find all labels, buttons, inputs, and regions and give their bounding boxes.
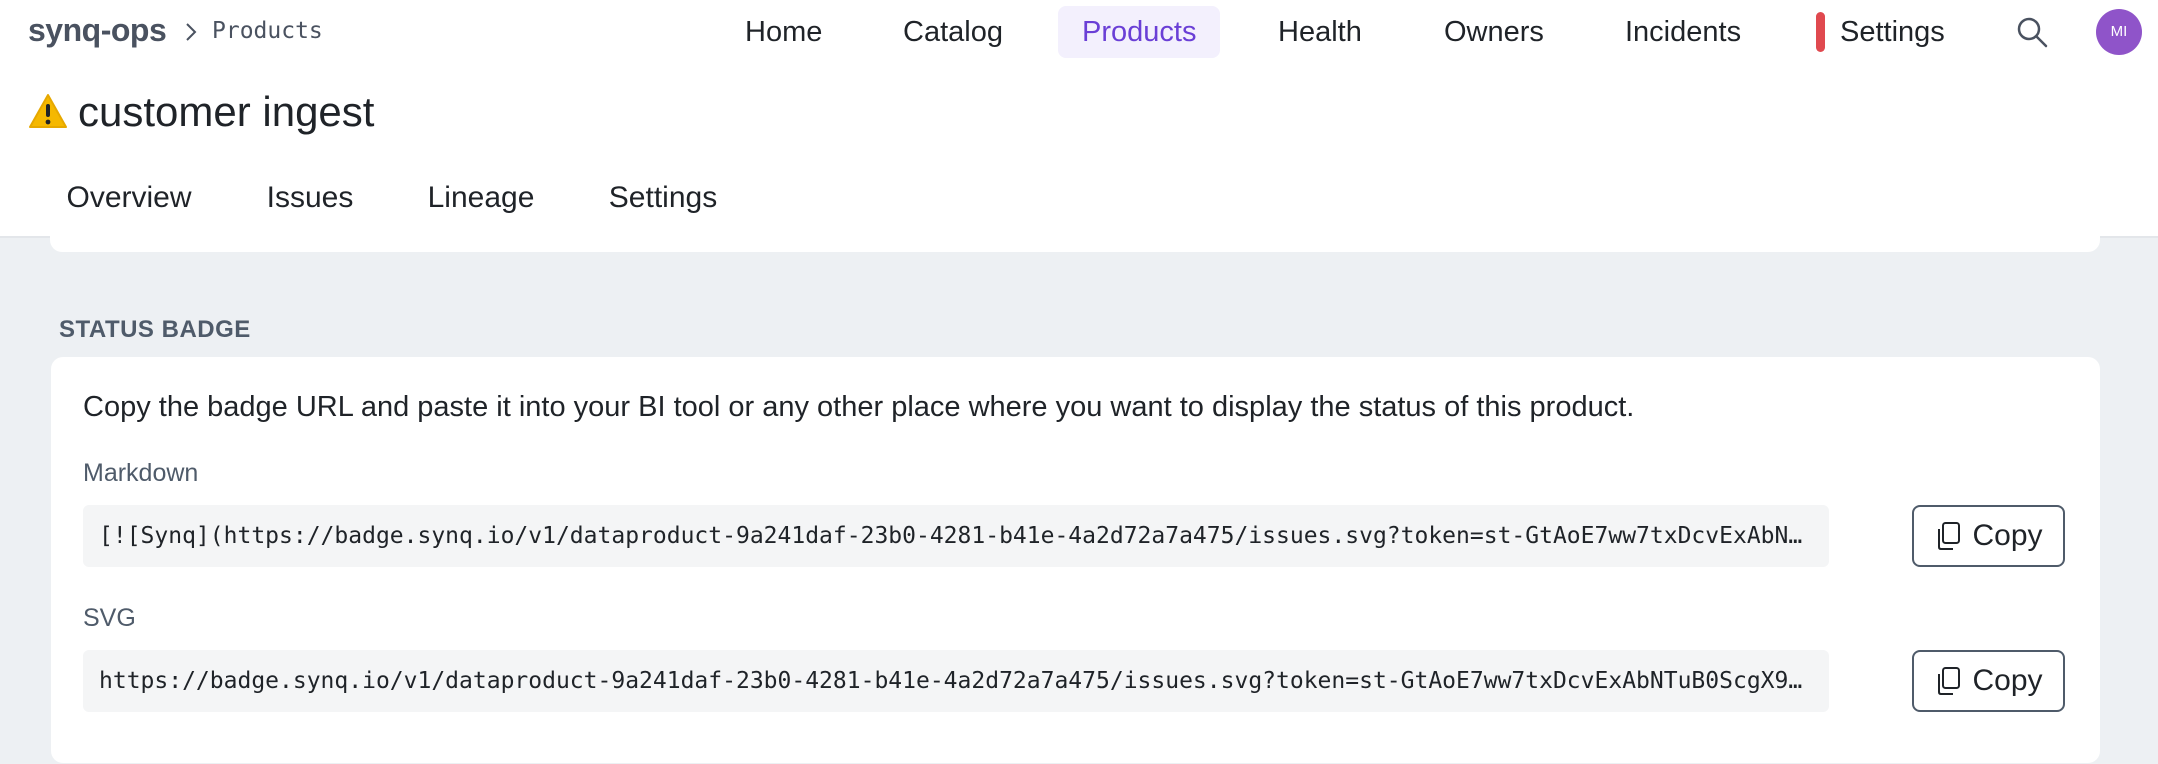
breadcrumb-current-page[interactable]: Products <box>212 18 323 44</box>
previous-card-bottom <box>50 234 2100 252</box>
tab-settings[interactable]: Settings <box>572 168 754 238</box>
nav-home[interactable]: Home <box>721 6 846 58</box>
settings-content: STATUS BADGE Copy the badge URL and past… <box>0 234 2158 764</box>
search-icon[interactable] <box>2014 14 2050 50</box>
markdown-label: Markdown <box>83 459 199 487</box>
svg-badge-code[interactable]: https://badge.synq.io/v1/dataproduct-9a2… <box>83 650 1829 712</box>
top-bar: synq-ops Products Home Catalog Products … <box>0 0 2158 66</box>
status-badge-section-title: STATUS BADGE <box>59 316 251 343</box>
tab-overview[interactable]: Overview <box>48 168 210 238</box>
tab-lineage[interactable]: Lineage <box>410 168 552 238</box>
copy-svg-button[interactable]: Copy <box>1912 650 2065 712</box>
product-tabs: Overview Issues Lineage Settings <box>0 168 2158 238</box>
status-badge-card: Copy the badge URL and paste it into you… <box>51 357 2100 763</box>
user-avatar[interactable]: MI <box>2096 9 2142 55</box>
warning-icon <box>29 94 67 128</box>
nav-incidents[interactable]: Incidents <box>1601 6 1765 58</box>
nav-settings[interactable]: Settings <box>1816 6 1969 58</box>
copy-markdown-label: Copy <box>1972 519 2043 552</box>
page-title: customer ingest <box>78 88 375 135</box>
copy-icon <box>1938 667 1961 695</box>
markdown-badge-code[interactable]: [![Synq](https://badge.synq.io/v1/datapr… <box>83 505 1829 567</box>
nav-catalog[interactable]: Catalog <box>879 6 1027 58</box>
copy-svg-label: Copy <box>1972 664 2043 697</box>
nav-health[interactable]: Health <box>1254 6 1386 58</box>
breadcrumb-app-name[interactable]: synq-ops <box>28 12 167 49</box>
svg-label: SVG <box>83 604 136 632</box>
nav-products[interactable]: Products <box>1058 6 1221 58</box>
chevron-right-icon <box>186 23 197 41</box>
status-badge-description: Copy the badge URL and paste it into you… <box>83 391 1635 423</box>
copy-markdown-button[interactable]: Copy <box>1912 505 2065 567</box>
nav-owners[interactable]: Owners <box>1420 6 1568 58</box>
copy-icon <box>1938 522 1961 550</box>
tab-issues[interactable]: Issues <box>250 168 370 238</box>
